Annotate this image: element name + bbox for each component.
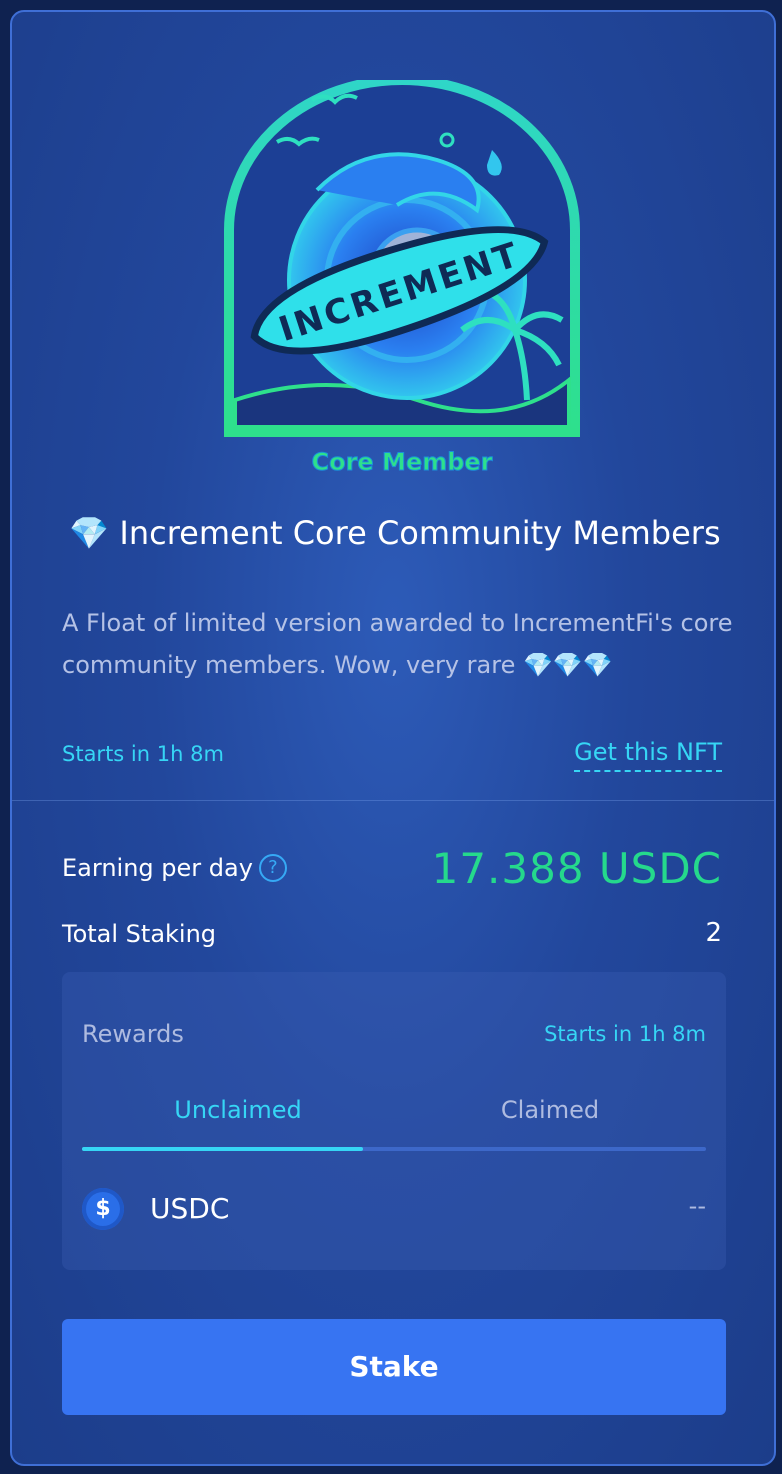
earning-per-day-label: Earning per day ? [62,854,287,882]
nft-title: 💎 Increment Core Community Members [52,514,738,552]
tab-claimed[interactable]: Claimed [394,1096,706,1124]
usdc-icon: $ [82,1188,124,1230]
art-caption: Core Member [311,448,492,476]
divider [12,800,774,801]
nft-card: INCREMENT Core Member 💎 Increment Core C… [10,10,776,1466]
total-staking-label: Total Staking [62,920,217,948]
tab-active-indicator [82,1147,363,1151]
rewards-label: Rewards [82,1020,184,1048]
nft-title-text: Increment Core Community Members [119,514,721,552]
tab-unclaimed[interactable]: Unclaimed [82,1096,394,1124]
rewards-starts-in: Starts in 1h 8m [544,1022,706,1046]
nft-description: A Float of limited version awarded to In… [62,609,733,679]
token-amount: -- [688,1192,706,1220]
tab-track [82,1147,706,1151]
get-nft-link[interactable]: Get this NFT [574,738,722,772]
help-icon[interactable]: ? [258,854,287,882]
nft-artwork: INCREMENT Core Member [224,80,580,477]
nft-starts-in: Starts in 1h 8m [62,742,224,766]
total-staking-value: 2 [705,918,722,948]
earning-label-text: Earning per day [62,854,253,882]
earning-per-day-value: 17.388 USDC [431,844,722,893]
token-name: USDC [150,1192,230,1225]
rewards-panel: Rewards Starts in 1h 8m Unclaimed Claime… [62,972,726,1270]
reward-token-row: $ USDC -- [82,1188,706,1232]
diamond-icon: 💎 [69,514,110,552]
stake-button[interactable]: Stake [62,1319,726,1415]
rewards-tabs: Unclaimed Claimed [82,1096,706,1154]
